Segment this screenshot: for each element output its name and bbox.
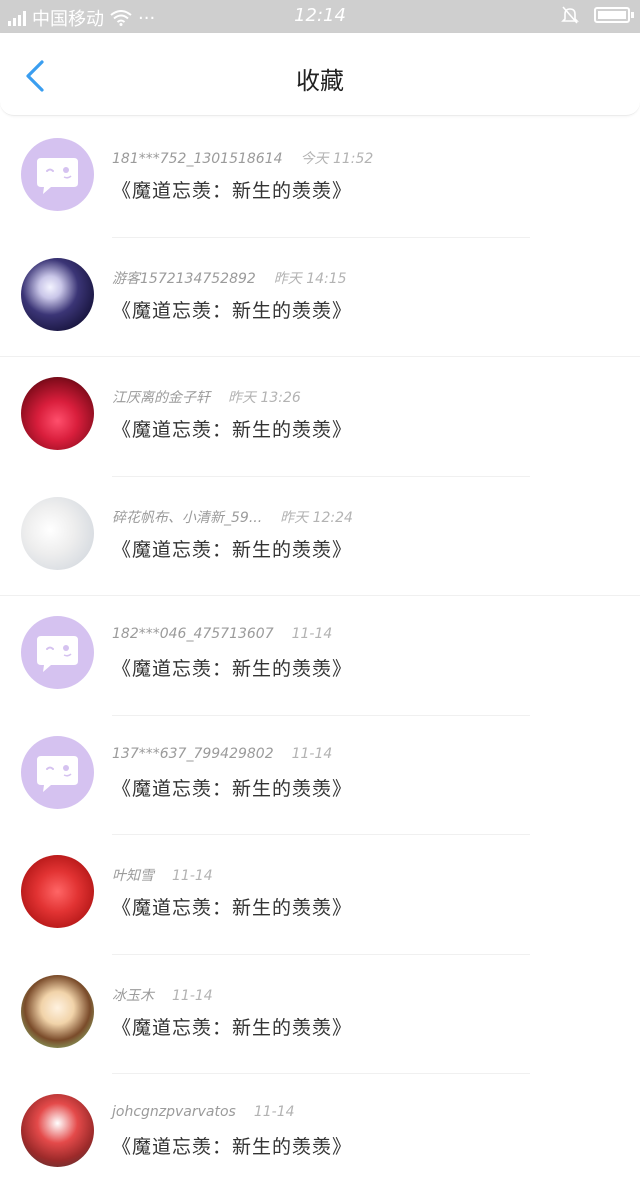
work-title: 《魔道忘羡：新生的羡羡》 [112, 897, 353, 919]
list-item[interactable]: 游客1572134752892 昨天 14:15 《魔道忘羡：新生的羡羡》 [0, 238, 640, 357]
timestamp: 11-14 [253, 1104, 295, 1120]
timestamp: 11-14 [172, 987, 213, 1004]
timestamp: 昨天 12:24 [280, 509, 353, 526]
username: 181***752_1301518614 [112, 151, 283, 167]
favorites-list: 181***752_1301518614 今天 11:52 《魔道忘羡：新生的羡羡… [0, 118, 640, 1194]
page-title: 收藏 [296, 67, 344, 95]
work-title: 《魔道忘羡：新生的羡羡》 [112, 419, 353, 441]
chat-bubble-avatar-icon [21, 138, 94, 211]
list-item[interactable]: 叶知雪 11-14 《魔道忘羡：新生的羡羡》 [0, 835, 640, 955]
username: 182***046_475713607 [112, 626, 274, 642]
work-title: 《魔道忘羡：新生的羡羡》 [112, 299, 353, 322]
list-item[interactable]: 碎花帆布、小清新_59... 昨天 12:24 《魔道忘羡：新生的羡羡》 [0, 477, 640, 596]
list-item[interactable]: 181***752_1301518614 今天 11:52 《魔道忘羡：新生的羡羡… [0, 118, 640, 238]
user-avatar [21, 855, 94, 928]
username: 游客1572134752892 [112, 270, 256, 287]
list-item[interactable]: 江厌离的金子轩 昨天 13:26 《魔道忘羡：新生的羡羡》 [0, 357, 640, 477]
username: 碎花帆布、小清新_59... [112, 509, 263, 526]
username: 叶知雪 [112, 868, 154, 884]
list-item[interactable]: 冰玉木 11-14 《魔道忘羡：新生的羡羡》 [0, 955, 640, 1074]
nav-header: 收藏 [0, 33, 640, 116]
user-avatar [21, 496, 94, 570]
timestamp: 11-14 [172, 868, 213, 884]
timestamp: 今天 11:52 [300, 151, 374, 167]
work-title: 《魔道忘羡：新生的羡羡》 [112, 538, 353, 561]
username: 江厌离的金子轩 [112, 390, 210, 406]
clock: 12:14 [294, 5, 346, 26]
status-bar: 中国移动 ··· 12:14 [0, 0, 640, 33]
work-title: 《魔道忘羡：新生的羡羡》 [112, 658, 353, 680]
mute-bell-icon [561, 6, 579, 24]
work-title: 《魔道忘羡：新生的羡羡》 [112, 1136, 353, 1158]
list-item[interactable]: 137***637_799429802 11-14 《魔道忘羡：新生的羡羡》 [0, 716, 640, 835]
timestamp: 昨天 14:15 [273, 270, 347, 287]
battery-icon [594, 7, 634, 23]
user-avatar [21, 377, 94, 450]
timestamp: 11-14 [291, 626, 333, 642]
list-item[interactable]: 182***046_475713607 11-14 《魔道忘羡：新生的羡羡》 [0, 596, 640, 716]
username: 137***637_799429802 [112, 745, 274, 762]
username: johcgnzpvarvatos [112, 1104, 236, 1120]
user-avatar [21, 974, 94, 1048]
timestamp: 11-14 [291, 745, 333, 762]
list-item[interactable]: johcgnzpvarvatos 11-14 《魔道忘羡：新生的羡羡》 [0, 1074, 640, 1194]
timestamp: 昨天 13:26 [228, 390, 301, 406]
work-title: 《魔道忘羡：新生的羡羡》 [112, 180, 353, 202]
chat-bubble-avatar-icon [21, 616, 94, 689]
work-title: 《魔道忘羡：新生的羡羡》 [112, 777, 353, 800]
user-avatar [21, 1094, 94, 1167]
work-title: 《魔道忘羡：新生的羡羡》 [112, 1016, 353, 1039]
chat-bubble-avatar-icon [21, 735, 94, 809]
username: 冰玉木 [112, 987, 154, 1004]
user-avatar [21, 257, 94, 331]
